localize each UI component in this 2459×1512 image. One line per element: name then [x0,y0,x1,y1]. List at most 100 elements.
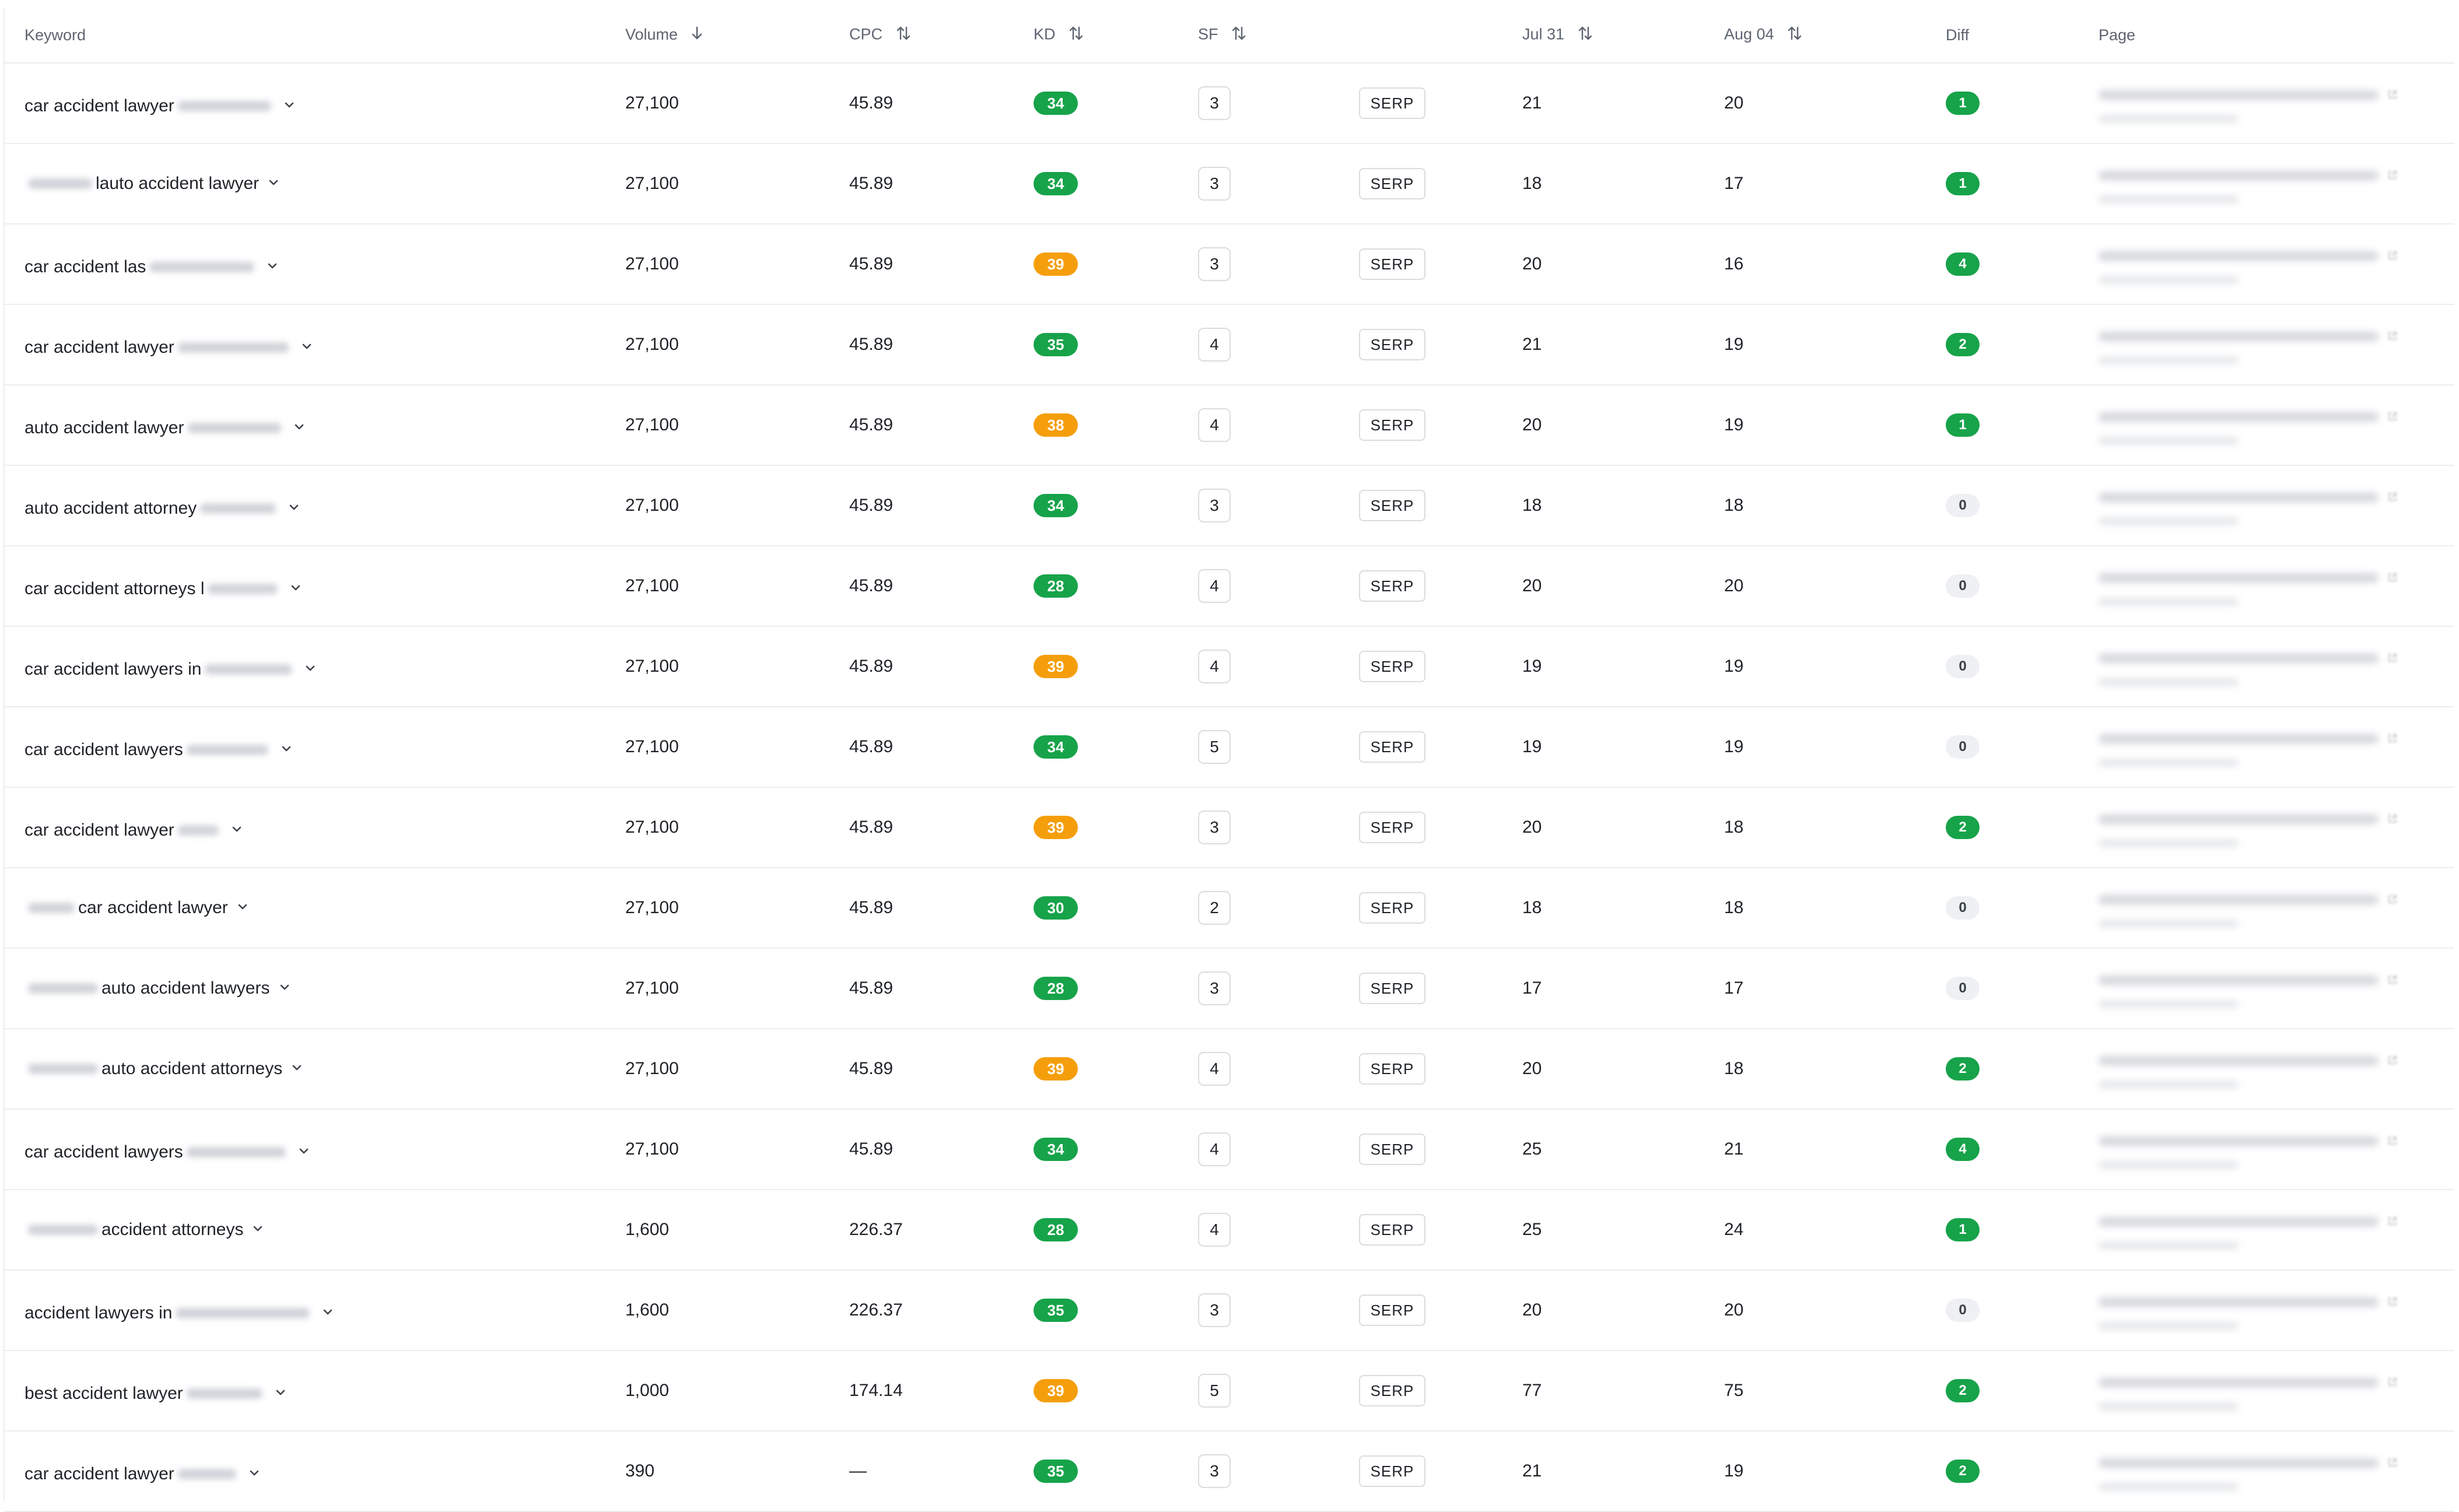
keyword-cell[interactable]: car accident lawyers in [5,626,625,707]
table-row[interactable]: l auto accident lawyer 27,100 45.89 34 3… [5,143,2454,224]
external-link-icon[interactable] [2387,407,2398,427]
table-row[interactable]: car accident lawyer 390 — 35 3 SERP 21 1… [5,1431,2454,1512]
chevron-down-icon[interactable] [283,96,296,116]
page-cell[interactable] [2099,304,2454,385]
sf-count-button[interactable]: 4 [1198,1052,1231,1086]
sf-count-button[interactable]: 5 [1198,730,1231,764]
external-link-icon[interactable] [2387,1373,2398,1392]
chevron-down-icon[interactable] [251,1220,264,1240]
arrow-down-icon[interactable] [691,26,703,45]
redacted-page-url[interactable] [2099,412,2379,422]
serp-button[interactable]: SERP [1359,1214,1425,1246]
keyword-cell[interactable]: car accident lawyer [5,787,625,868]
redacted-page-url[interactable] [2099,331,2379,341]
external-link-icon[interactable] [2387,1212,2398,1232]
serp-button[interactable]: SERP [1359,168,1425,199]
page-cell[interactable] [2099,948,2454,1029]
serp-button[interactable]: SERP [1359,87,1425,119]
sort-icon[interactable] [1231,25,1247,45]
redacted-page-url[interactable] [2099,90,2379,100]
table-row[interactable]: accident lawyers in 1,600 226.37 35 3 SE… [5,1270,2454,1351]
redacted-page-url[interactable] [2099,894,2379,904]
sf-count-button[interactable]: 3 [1198,1293,1231,1327]
keyword-cell[interactable]: car accident lawyer [5,63,625,144]
chevron-down-icon[interactable] [236,898,249,918]
external-link-icon[interactable] [2387,487,2398,507]
serp-button[interactable]: SERP [1359,329,1425,360]
keyword-link[interactable]: car accident lawyer [24,338,313,357]
sf-count-button[interactable]: 4 [1198,408,1231,442]
external-link-icon[interactable] [2387,890,2398,910]
sf-count-button[interactable]: 4 [1198,650,1231,683]
keyword-link[interactable]: accident attorneys [24,1220,264,1240]
keyword-link[interactable]: auto accident lawyer [24,418,306,438]
page-cell[interactable] [2099,1029,2454,1110]
chevron-down-icon[interactable] [321,1303,334,1323]
serp-button[interactable]: SERP [1359,1134,1425,1165]
sf-count-button[interactable]: 4 [1198,328,1231,362]
sf-count-button[interactable]: 4 [1198,1213,1231,1247]
chevron-down-icon[interactable] [266,257,279,277]
keyword-link[interactable]: car accident lawyers [24,1142,310,1162]
page-cell[interactable] [2099,707,2454,788]
sf-count-button[interactable]: 3 [1198,811,1231,844]
page-cell[interactable] [2099,1109,2454,1190]
table-row[interactable]: car accident las 27,100 45.89 39 3 SERP … [5,224,2454,305]
serp-button[interactable]: SERP [1359,731,1425,763]
chevron-down-icon[interactable] [230,820,243,840]
serp-button[interactable]: SERP [1359,1375,1425,1406]
keyword-cell[interactable]: best accident lawyer [5,1350,625,1432]
redacted-page-url[interactable] [2099,1297,2379,1307]
serp-button[interactable]: SERP [1359,1455,1425,1487]
column-header-keyword[interactable]: Keyword [5,8,625,64]
chevron-down-icon[interactable] [297,1142,310,1162]
column-header-volume[interactable]: Volume [625,8,849,64]
chevron-down-icon[interactable] [288,499,300,518]
keyword-cell[interactable]: car accident lawyers [5,1109,625,1190]
table-row[interactable]: auto accident attorney 27,100 45.89 34 3… [5,465,2454,546]
sf-count-button[interactable]: 2 [1198,891,1231,925]
table-row[interactable]: car accident lawyer 27,100 45.89 35 4 SE… [5,304,2454,385]
external-link-icon[interactable] [2387,648,2398,668]
keyword-link[interactable]: car accident lawyer [24,96,296,116]
redacted-page-url[interactable] [2099,734,2379,743]
redacted-page-url[interactable] [2099,1216,2379,1226]
table-row[interactable]: car accident lawyers in 27,100 45.89 39 … [5,626,2454,707]
keyword-link[interactable]: auto accident lawyers [24,978,291,998]
page-cell[interactable] [2099,868,2454,949]
redacted-page-url[interactable] [2099,1136,2379,1146]
serp-button[interactable]: SERP [1359,409,1425,441]
serp-button[interactable]: SERP [1359,892,1425,924]
keyword-link[interactable]: car accident las [24,257,279,277]
sf-count-button[interactable]: 4 [1198,569,1231,603]
external-link-icon[interactable] [2387,1051,2398,1071]
keyword-cell[interactable]: car accident lawyer [5,868,625,949]
keyword-cell[interactable]: auto accident attorneys [5,1029,625,1110]
sort-icon[interactable] [1068,25,1084,45]
table-row[interactable]: best accident lawyer 1,000 174.14 39 5 S… [5,1350,2454,1432]
sort-icon[interactable] [1787,25,1803,45]
keyword-cell[interactable]: car accident attorneys l [5,546,625,627]
sf-count-button[interactable]: 3 [1198,247,1231,281]
keyword-cell[interactable]: accident lawyers in [5,1270,625,1351]
chevron-down-icon[interactable] [280,740,293,760]
keyword-cell[interactable]: auto accident lawyers [5,948,625,1029]
table-row[interactable]: car accident lawyers 27,100 45.89 34 5 S… [5,707,2454,788]
keyword-link[interactable]: car accident lawyer [24,898,249,918]
sf-count-button[interactable]: 5 [1198,1374,1231,1408]
keyword-cell[interactable]: l auto accident lawyer [5,143,625,224]
sf-count-button[interactable]: 3 [1198,86,1231,120]
table-row[interactable]: car accident lawyer 27,100 45.89 34 3 SE… [5,63,2454,144]
keyword-cell[interactable]: car accident las [5,224,625,305]
page-cell[interactable] [2099,465,2454,546]
keyword-link[interactable]: car accident lawyers in [24,659,317,679]
serp-button[interactable]: SERP [1359,248,1425,280]
external-link-icon[interactable] [2387,809,2398,829]
serp-button[interactable]: SERP [1359,812,1425,843]
keyword-link[interactable]: auto accident attorneys [24,1059,303,1079]
page-cell[interactable] [2099,546,2454,627]
redacted-page-url[interactable] [2099,1377,2379,1387]
redacted-page-url[interactable] [2099,1055,2379,1065]
redacted-page-url[interactable] [2099,814,2379,824]
external-link-icon[interactable] [2387,568,2398,588]
